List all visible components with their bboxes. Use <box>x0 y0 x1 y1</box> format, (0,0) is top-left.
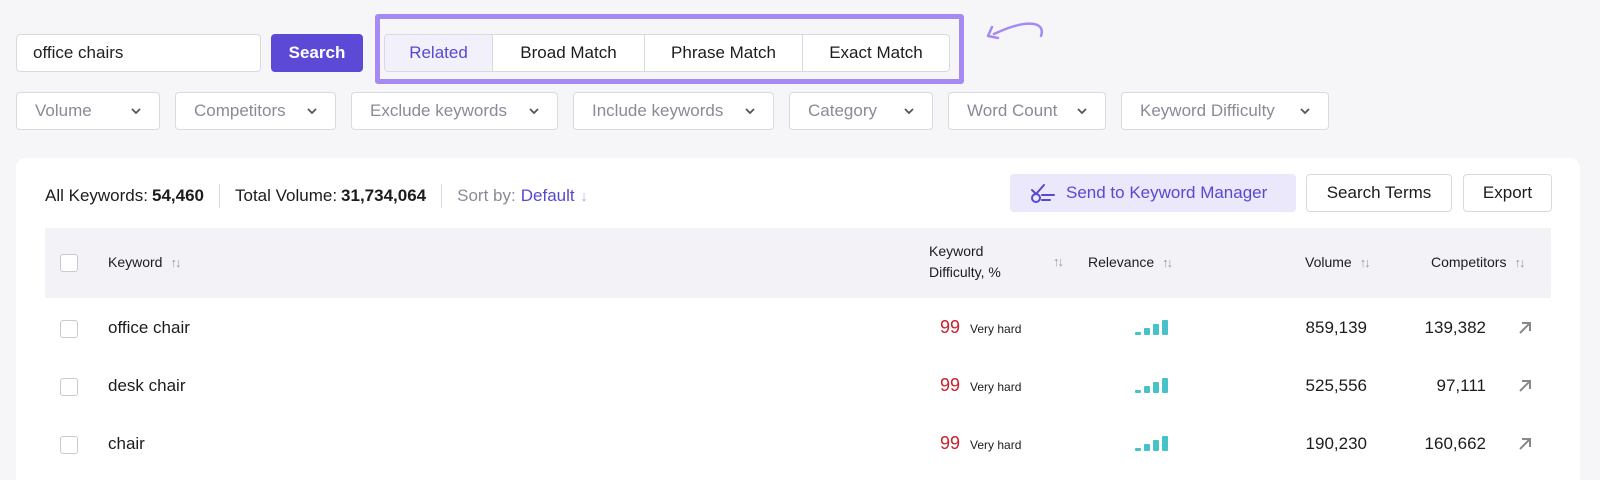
chevron-down-icon <box>1300 108 1310 115</box>
kd-label: Very hard <box>970 322 1022 336</box>
match-type-tabs: Related Broad Match Phrase Match Exact M… <box>384 34 950 72</box>
table-row: chair 99 Very hard 190,230 160,662 <box>45 416 1551 474</box>
filter-include-keywords[interactable]: Include keywords <box>573 92 774 130</box>
volume-value: 190,230 <box>1305 434 1367 453</box>
search-terms-button[interactable]: Search Terms <box>1306 174 1452 212</box>
sort-arrows-icon[interactable]: ↑↓ <box>1053 254 1064 269</box>
kd-value: 99 <box>940 375 961 395</box>
curved-arrow-icon <box>986 22 1044 40</box>
row-checkbox[interactable] <box>60 436 78 454</box>
chevron-down-icon <box>131 108 141 115</box>
table-row: office chair 99 Very hard 859,139 139,382 <box>45 300 1551 358</box>
column-label: Volume <box>1305 254 1352 270</box>
volume-value: 525,556 <box>1305 376 1367 395</box>
all-keywords-label: All Keywords: <box>45 186 148 205</box>
divider <box>441 184 443 208</box>
select-all-checkbox[interactable] <box>60 254 78 272</box>
keyword-difficulty: 99 Very hard <box>940 317 1021 338</box>
sort-label: Sort by: <box>457 186 516 205</box>
filter-volume[interactable]: Volume <box>16 92 160 130</box>
keyword-link[interactable]: desk chair <box>108 376 185 396</box>
filter-label: Exclude keywords <box>370 101 508 120</box>
filter-word-count[interactable]: Word Count <box>948 92 1106 130</box>
filter-label: Volume <box>35 101 92 120</box>
competitors-value: 97,111 <box>1436 376 1486 395</box>
column-label: Relevance <box>1088 254 1155 270</box>
all-keywords-value: 54,460 <box>151 186 204 205</box>
search-input[interactable] <box>16 34 261 72</box>
filter-keyword-difficulty[interactable]: Keyword Difficulty <box>1121 92 1329 130</box>
column-label: Keyword <box>108 254 163 270</box>
volume-value: 859,139 <box>1305 318 1367 337</box>
relevance-bars <box>1135 436 1168 451</box>
filter-label: Keyword Difficulty <box>1140 101 1275 120</box>
competitors-value: 160,662 <box>1424 434 1486 453</box>
sort-dropdown[interactable]: Default <box>521 186 575 206</box>
table-row: desk chair 99 Very hard 525,556 97,111 <box>45 358 1551 416</box>
arrow-up-right-icon[interactable] <box>1516 377 1534 395</box>
kd-value: 99 <box>940 433 961 453</box>
sort-arrows-icon[interactable]: ↑↓ <box>1514 255 1525 270</box>
filter-label: Word Count <box>967 101 1058 120</box>
filter-label: Include keywords <box>592 101 724 120</box>
sort-arrows-icon[interactable]: ↑↓ <box>170 255 181 270</box>
keyword-manager-icon <box>1031 184 1055 203</box>
send-to-keyword-manager-button[interactable]: Send to Keyword Manager <box>1010 174 1296 212</box>
column-label: Competitors <box>1431 254 1507 270</box>
tab-broad-match[interactable]: Broad Match <box>493 35 645 71</box>
divider <box>218 184 220 208</box>
stats-bar: All Keywords: 54,460 Total Volume: 31,73… <box>45 183 588 209</box>
filter-exclude-keywords[interactable]: Exclude keywords <box>351 92 558 130</box>
kd-label: Very hard <box>970 438 1022 452</box>
keyword-link[interactable]: chair <box>108 434 145 454</box>
chevron-down-icon <box>904 108 914 115</box>
row-checkbox[interactable] <box>60 378 78 396</box>
keyword-difficulty: 99 Very hard <box>940 375 1021 396</box>
arrow-up-right-icon[interactable] <box>1516 319 1534 337</box>
competitors-value: 139,382 <box>1424 318 1486 337</box>
tab-related[interactable]: Related <box>385 35 493 71</box>
chevron-down-icon <box>307 108 317 115</box>
arrow-up-right-icon[interactable] <box>1516 435 1534 453</box>
sort-direction-icon[interactable]: ↓ <box>581 188 588 204</box>
row-checkbox[interactable] <box>60 320 78 338</box>
keyword-manager-label: Send to Keyword Manager <box>1066 183 1268 202</box>
kd-value: 99 <box>940 317 961 337</box>
column-keyword-difficulty[interactable]: Keyword Difficulty, % <box>929 241 1001 283</box>
keyword-link[interactable]: office chair <box>108 318 190 338</box>
export-button[interactable]: Export <box>1463 174 1552 212</box>
chevron-down-icon <box>1077 108 1087 115</box>
relevance-bars <box>1135 320 1168 335</box>
column-label: Difficulty, % <box>929 264 1001 280</box>
relevance-bars <box>1135 378 1168 393</box>
column-keyword[interactable]: Keyword ↑↓ <box>108 254 181 270</box>
chevron-down-icon <box>529 108 539 115</box>
sort-arrows-icon[interactable]: ↑↓ <box>1162 255 1173 270</box>
column-volume[interactable]: Volume ↑↓ <box>1305 254 1371 270</box>
sort-arrows-icon[interactable]: ↑↓ <box>1360 255 1371 270</box>
filter-competitors[interactable]: Competitors <box>175 92 336 130</box>
tab-phrase-match[interactable]: Phrase Match <box>645 35 803 71</box>
chevron-down-icon <box>745 108 755 115</box>
filter-category[interactable]: Category <box>789 92 933 130</box>
search-button[interactable]: Search <box>271 34 363 72</box>
total-volume-value: 31,734,064 <box>341 186 427 205</box>
filter-label: Competitors <box>194 101 286 120</box>
column-label: Keyword <box>929 243 984 259</box>
total-volume-label: Total Volume: <box>234 186 338 205</box>
column-relevance[interactable]: Relevance ↑↓ <box>1088 254 1173 270</box>
filter-label: Category <box>808 101 877 120</box>
table-header: Keyword ↑↓ Keyword Difficulty, % ↑↓ Rele… <box>45 228 1551 298</box>
tab-exact-match[interactable]: Exact Match <box>803 35 949 71</box>
keyword-difficulty: 99 Very hard <box>940 433 1021 454</box>
column-competitors[interactable]: Competitors ↑↓ <box>1431 254 1525 270</box>
kd-label: Very hard <box>970 380 1022 394</box>
